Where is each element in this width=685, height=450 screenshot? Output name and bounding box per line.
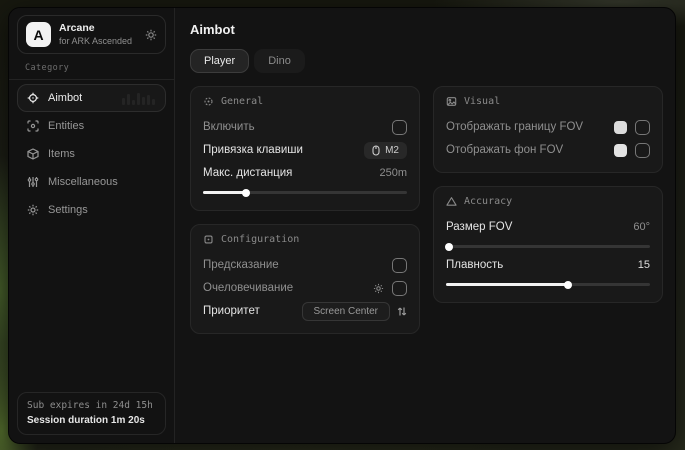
sliders-icon [27, 176, 39, 188]
smoothness-value: 15 [638, 259, 650, 271]
humanize-row: Очеловечивание [203, 277, 407, 299]
fov-size-label: Размер FOV [446, 221, 512, 233]
fov-size-slider[interactable] [446, 245, 650, 248]
panel-general: General Включить Привязка клавиши [190, 86, 420, 211]
panel-visual: Visual Отображать границу FOV Отображать… [433, 86, 663, 173]
panel-configuration: Configuration Предсказание Очеловечивани… [190, 224, 420, 334]
slider-fill [203, 191, 246, 194]
keybind-label: Привязка клавиши [203, 144, 303, 156]
keybind-value: M2 [385, 145, 399, 156]
sub-expires-text: Sub expires in 24d 15h [27, 400, 156, 411]
sidebar-item-settings[interactable]: Settings [17, 196, 166, 224]
distance-label: Макс. дистанция [203, 167, 292, 179]
session-duration-text: Session duration 1m 20s [27, 415, 156, 426]
target-icon [203, 96, 214, 107]
mouse-icon [372, 145, 380, 156]
panel-title: Visual [464, 96, 500, 107]
fov-size-value: 60° [633, 221, 650, 233]
prediction-row: Предсказание [203, 254, 407, 276]
sidebar-item-items[interactable]: Items [17, 140, 166, 168]
left-column: General Включить Привязка клавиши [190, 86, 420, 334]
fov-bg-row: Отображать фон FOV [446, 139, 650, 161]
enable-checkbox[interactable] [392, 120, 407, 135]
priority-dropdown[interactable]: Screen Center [302, 302, 390, 321]
panel-accuracy: Accuracy Размер FOV 60° Плавность 15 [433, 186, 663, 303]
fov-border-label: Отображать границу FOV [446, 121, 583, 133]
fov-size-row: Размер FOV 60° [446, 216, 650, 238]
fov-border-row: Отображать границу FOV [446, 116, 650, 138]
sort-arrows-icon[interactable] [397, 306, 407, 317]
tab-bar: Player Dino [190, 49, 663, 73]
app-header-card: A Arcane for ARK Ascended [17, 15, 166, 54]
sidebar-divider [9, 79, 174, 80]
humanize-settings-gear-icon[interactable] [373, 283, 384, 294]
distance-slider[interactable] [203, 191, 407, 194]
fov-bg-checkbox[interactable] [635, 143, 650, 158]
sidebar-item-miscellaneous[interactable]: Miscellaneous [17, 168, 166, 196]
sidebar-nav: Aimbot Entities Items [17, 84, 166, 224]
theme-gear-icon[interactable] [145, 29, 157, 41]
sidebar-item-entities[interactable]: Entities [17, 112, 166, 140]
right-column: Visual Отображать границу FOV Отображать… [433, 86, 663, 334]
panel-title: Accuracy [464, 196, 512, 207]
distance-value: 250m [379, 167, 407, 179]
app-meta: Arcane for ARK Ascended [59, 22, 137, 46]
tab-player[interactable]: Player [190, 49, 249, 73]
fov-border-checkbox[interactable] [635, 120, 650, 135]
sidebar-item-label: Settings [48, 204, 88, 216]
fov-bg-color-swatch[interactable] [614, 144, 627, 157]
app-logo: A [26, 22, 51, 47]
sidebar-item-label: Miscellaneous [48, 176, 118, 188]
keybind-button[interactable]: M2 [364, 142, 407, 159]
image-icon [446, 96, 457, 107]
prediction-label: Предсказание [203, 259, 279, 271]
humanize-label: Очеловечивание [203, 282, 293, 294]
crosshair-icon [27, 92, 39, 104]
slider-thumb[interactable] [445, 243, 453, 251]
tab-dino[interactable]: Dino [254, 49, 305, 73]
sidebar: A Arcane for ARK Ascended Category [9, 8, 175, 443]
fov-bg-label: Отображать фон FOV [446, 144, 563, 156]
enable-row: Включить [203, 116, 407, 138]
equalizer-decoration [122, 93, 155, 105]
distance-row: Макс. дистанция 250m [203, 162, 407, 184]
gear-icon [27, 204, 39, 216]
category-label: Category [17, 54, 166, 79]
smoothness-slider[interactable] [446, 283, 650, 286]
prediction-checkbox[interactable] [392, 258, 407, 273]
page-title: Aimbot [190, 22, 663, 37]
slider-fill [446, 283, 568, 286]
panel-title: Configuration [221, 234, 299, 245]
sidebar-item-label: Items [48, 148, 75, 160]
cheat-menu-window: A Arcane for ARK Ascended Category [8, 7, 676, 444]
smoothness-label: Плавность [446, 259, 503, 271]
sidebar-item-label: Aimbot [48, 92, 82, 104]
triangle-icon [446, 196, 457, 207]
sidebar-item-aimbot[interactable]: Aimbot [17, 84, 166, 112]
enable-label: Включить [203, 121, 255, 133]
sidebar-item-label: Entities [48, 120, 84, 132]
slider-thumb[interactable] [242, 189, 250, 197]
smoothness-row: Плавность 15 [446, 254, 650, 276]
slider-thumb[interactable] [564, 281, 572, 289]
box-icon [27, 148, 39, 160]
subscription-card: Sub expires in 24d 15h Session duration … [17, 392, 166, 435]
keybind-row: Привязка клавиши M2 [203, 139, 407, 161]
config-icon [203, 234, 214, 245]
panel-title: General [221, 96, 263, 107]
app-subtitle: for ARK Ascended [59, 36, 137, 47]
priority-row: Приоритет Screen Center [203, 300, 407, 322]
scan-icon [27, 120, 39, 132]
humanize-checkbox[interactable] [392, 281, 407, 296]
app-name: Arcane [59, 22, 137, 35]
priority-label: Приоритет [203, 305, 260, 317]
fov-border-color-swatch[interactable] [614, 121, 627, 134]
main-content: Aimbot Player Dino General [175, 8, 675, 443]
